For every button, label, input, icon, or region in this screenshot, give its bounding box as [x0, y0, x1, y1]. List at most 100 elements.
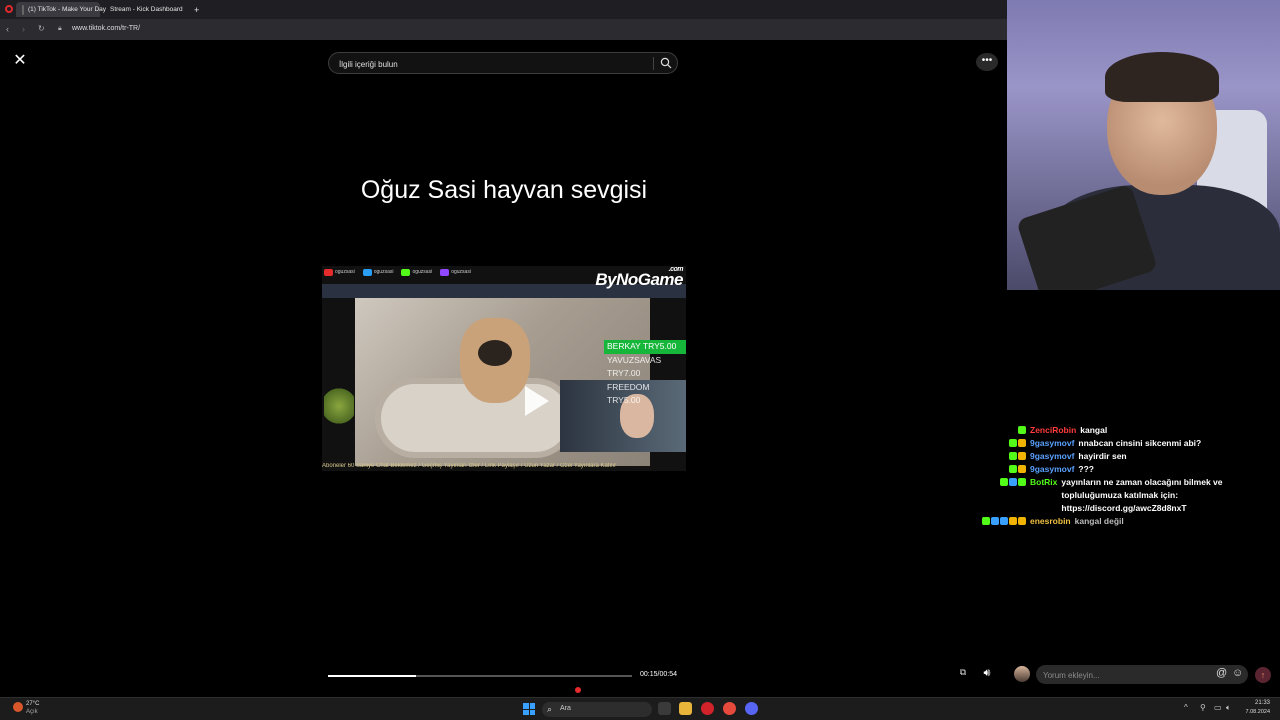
close-icon[interactable]: ✕ — [10, 51, 30, 71]
file-explorer-icon[interactable] — [679, 702, 692, 715]
streamer-hair — [1105, 52, 1219, 102]
chat-username[interactable]: 9gasymovf — [1030, 463, 1074, 476]
chat-badges — [980, 424, 1030, 437]
weather-icon[interactable] — [13, 702, 23, 712]
donation-list: BERKAY TRY5.00 YAVUZSAVAS TRY7.00 FREEDO… — [604, 340, 686, 408]
clock-time[interactable]: 21:33 — [1246, 700, 1270, 706]
chat-badges — [980, 515, 1030, 528]
chat-badges — [980, 476, 1030, 515]
tray-overflow-icon[interactable]: ^ — [1184, 703, 1188, 712]
chat-message: BotRix yayınların ne zaman olacağını bilm… — [980, 476, 1280, 515]
emoji-icon[interactable]: ☺ — [1232, 667, 1243, 679]
video-progress-fill — [328, 675, 417, 677]
kick-icon — [401, 268, 411, 276]
play-icon[interactable] — [525, 386, 549, 416]
search-input[interactable] — [337, 57, 641, 71]
chat-username[interactable]: ZenciRobin — [1030, 424, 1076, 437]
chat-text: yayınların ne zaman olacağını bilmek ve … — [1061, 477, 1223, 513]
post-comment-button[interactable]: ↑ — [1255, 667, 1271, 683]
more-options-icon[interactable]: ••• — [976, 53, 998, 71]
badge-icon — [1009, 465, 1017, 473]
windows-taskbar: 27°C Açık ⌕ Ara ^ ⚲ ▭ 🔈︎ 21:33 7.08.2024 — [0, 697, 1280, 720]
record-indicator-icon — [575, 687, 581, 693]
twitter-icon — [362, 268, 372, 276]
search-icon[interactable] — [660, 57, 672, 69]
weather-condition: Açık — [26, 709, 38, 715]
badge-icon — [1018, 452, 1026, 460]
forward-icon[interactable]: › — [22, 24, 25, 34]
pug-dog — [460, 318, 530, 403]
search-bar — [328, 52, 678, 74]
badge-icon — [1018, 478, 1026, 486]
chat-message: 9gasymovf nnabcan cinsini sikcenmi abi? — [980, 437, 1280, 450]
mascot-sticker — [324, 386, 354, 426]
comment-bar: @ ☺ — [1036, 665, 1248, 684]
chat-message: 9gasymovf hayirdir sen — [980, 450, 1280, 463]
reload-icon[interactable]: ↻ — [38, 24, 45, 34]
badge-icon — [982, 517, 990, 525]
chat-text: ??? — [1078, 464, 1094, 474]
social-handles: oguzsasi oguzsasi oguzsasi oguzsasi — [324, 267, 471, 277]
chat-username[interactable]: enesrobin — [1030, 515, 1071, 528]
new-tab-button[interactable]: + — [188, 2, 202, 17]
weather-temp: 27°C — [26, 701, 40, 707]
tiktok-favicon-icon — [22, 4, 24, 15]
browser-tab-bar: (1) TikTok - Make Your Day Stream - Kick… — [0, 0, 1007, 19]
donation-item: YAVUZSAVAS TRY7.00 — [607, 354, 662, 379]
badge-icon — [991, 517, 999, 525]
tab-kick-dashboard[interactable]: Stream - Kick Dashboard — [100, 2, 188, 17]
video-player[interactable]: Oğuz Sasi hayvan sevgisi oguzsasi oguzsa… — [322, 78, 686, 670]
opera-logo-icon[interactable] — [5, 5, 13, 13]
social-kick: oguzsasi — [401, 268, 432, 276]
badge-icon — [1018, 426, 1026, 434]
streamer-webcam — [1007, 0, 1280, 290]
task-view-icon[interactable] — [658, 702, 671, 715]
brand-logo: ByNoGame .com — [595, 266, 683, 290]
chat-username[interactable]: 9gasymovf — [1030, 437, 1074, 450]
stream-chat: ZenciRobin kangal 9gasymovf nnabcan cinsini… — [980, 424, 1280, 528]
windows-start-icon[interactable] — [523, 703, 535, 715]
network-icon[interactable]: ⚲ — [1200, 703, 1206, 712]
app-icon[interactable] — [723, 702, 736, 715]
chat-text: hayirdir sen — [1078, 451, 1127, 461]
badge-icon — [1000, 517, 1008, 525]
discord-icon[interactable] — [745, 702, 758, 715]
chat-badges — [980, 450, 1030, 463]
badge-icon — [1018, 439, 1026, 447]
chat-badges — [980, 437, 1030, 450]
mention-icon[interactable]: @ — [1216, 667, 1227, 679]
chat-text: nnabcan cinsini sikcenmi abi? — [1078, 438, 1202, 448]
search-divider — [653, 57, 654, 70]
opera-browser-icon[interactable] — [701, 702, 714, 715]
chat-username[interactable]: 9gasymovf — [1030, 450, 1074, 463]
display-icon[interactable]: ▭ — [1214, 703, 1222, 712]
tab-tiktok[interactable]: (1) TikTok - Make Your Day — [16, 2, 106, 17]
pug-face — [478, 340, 512, 366]
taskbar-search[interactable]: ⌕ Ara — [542, 702, 652, 717]
picture-in-picture-icon[interactable]: ⧉ — [955, 667, 971, 683]
video-time: 00:15/00:54 — [640, 671, 677, 678]
badge-icon — [1000, 478, 1008, 486]
chat-username[interactable]: BotRix — [1030, 476, 1057, 515]
url-text[interactable]: www.tiktok.com/tr-TR/ — [72, 25, 140, 32]
badge-icon — [1018, 465, 1026, 473]
badge-icon — [1009, 517, 1017, 525]
donation-item: FREEDOM TRY5.00 — [607, 381, 650, 406]
badge-icon — [1009, 452, 1017, 460]
volume-icon[interactable]: 🔊︎ — [977, 667, 997, 683]
social-twitter: oguzsasi — [362, 268, 393, 276]
chat-message: ZenciRobin kangal — [980, 424, 1280, 437]
social-twitch: oguzsasi — [440, 268, 471, 276]
clock-date[interactable]: 7.08.2024 — [1238, 709, 1270, 715]
comment-input[interactable] — [1041, 668, 1215, 682]
chat-message: enesrobin kangal değil — [980, 515, 1280, 528]
back-icon[interactable]: ‹ — [6, 24, 9, 34]
chat-badges — [980, 463, 1030, 476]
social-handle: oguzsasi — [335, 269, 355, 275]
lock-icon: 🔒︎ — [58, 25, 62, 32]
taskbar-search-label: Ara — [560, 705, 571, 712]
speaker-icon[interactable]: 🔈︎ — [1226, 703, 1231, 713]
badge-icon — [1018, 517, 1026, 525]
video-progress-bar[interactable] — [328, 675, 632, 677]
tab-label: Stream - Kick Dashboard — [110, 6, 183, 13]
